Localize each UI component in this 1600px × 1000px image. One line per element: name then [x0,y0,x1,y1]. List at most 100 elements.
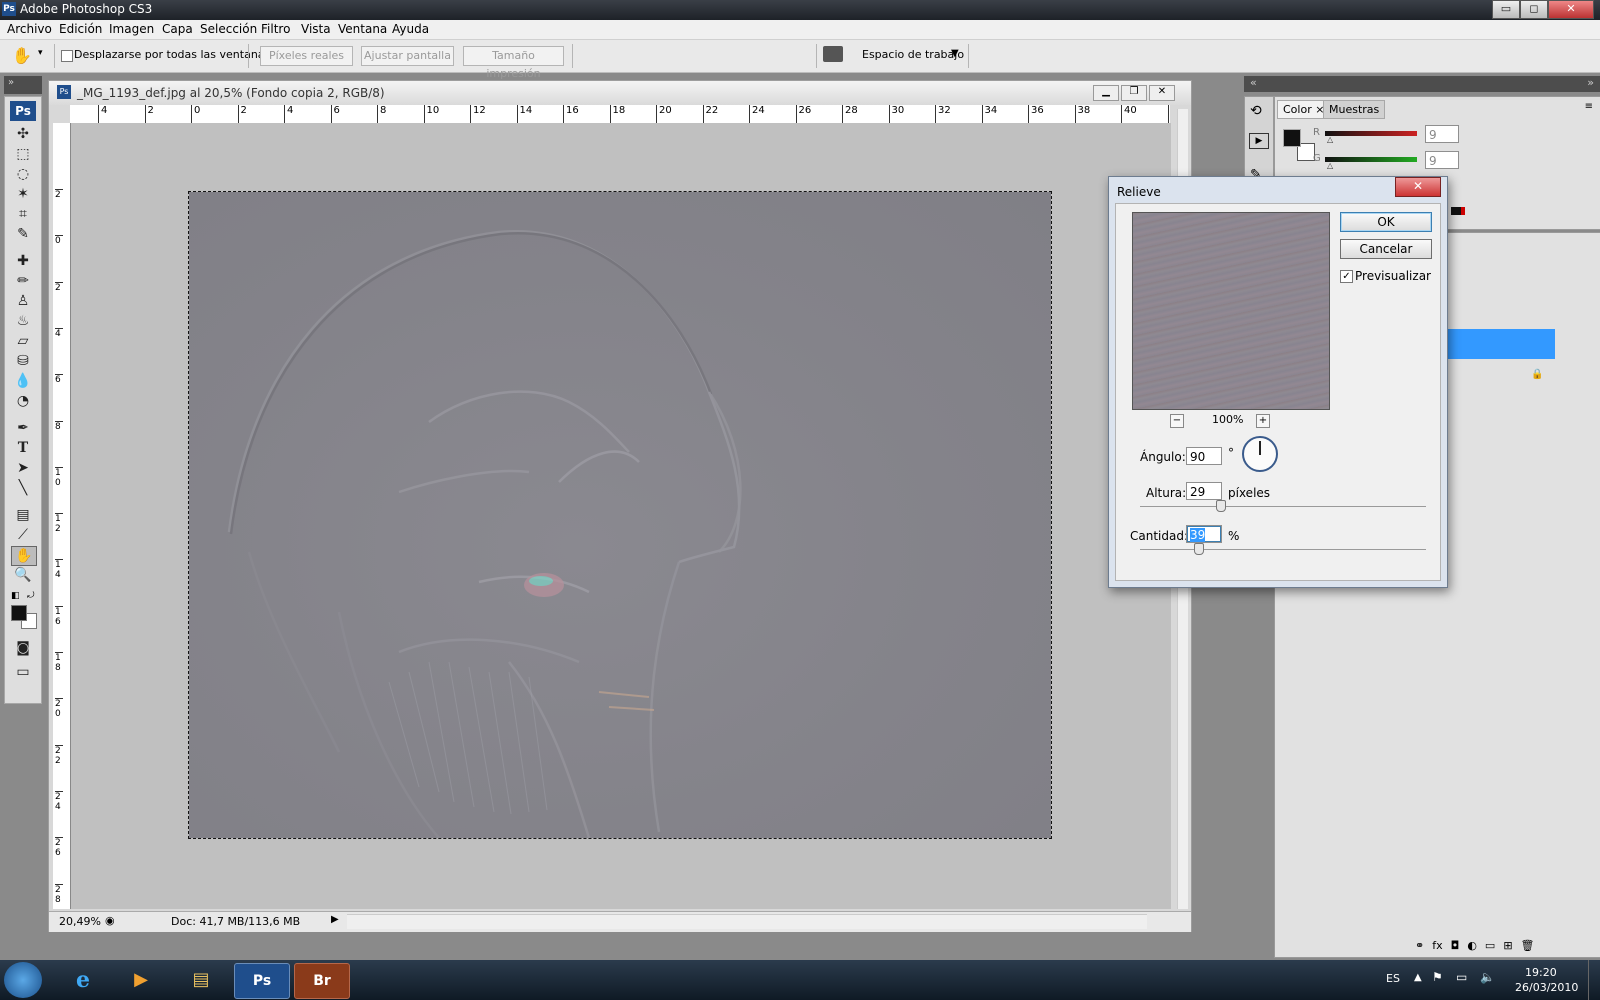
line-tool-icon[interactable]: ╲ [11,479,35,497]
angle-dial[interactable] [1242,436,1278,472]
panel-menu-icon[interactable]: ≡ [1585,101,1593,112]
blur-tool-icon[interactable]: 💧 [11,372,35,390]
show-desktop-button[interactable] [1588,960,1600,1000]
r-slider-track[interactable] [1325,131,1417,136]
eyedropper-tool-icon[interactable]: ⟋ [11,526,35,544]
dodge-tool-icon[interactable]: ◔ [11,392,35,410]
r-slider-thumb-icon[interactable]: △ [1327,135,1333,144]
new-layer-icon[interactable]: ⊞ [1503,939,1512,955]
pen-tool-icon[interactable]: ✒ [11,419,35,437]
foreground-color-swatch[interactable] [11,605,27,621]
photoshop-taskbar-button[interactable]: Ps [234,963,290,999]
close-button[interactable]: ✕ [1548,0,1594,19]
new-group-icon[interactable]: ▭ [1485,939,1495,955]
panel-fg-swatch[interactable] [1283,129,1301,147]
g-slider-thumb-icon[interactable]: △ [1327,161,1333,170]
path-select-icon[interactable]: ➤ [11,459,35,477]
doc-minimize-button[interactable]: ▁ [1093,85,1119,101]
menu-vista[interactable]: Vista [301,22,331,36]
filter-preview[interactable] [1132,212,1330,410]
real-pixels-button[interactable]: Píxeles reales [260,46,353,66]
embossed-photo[interactable] [188,191,1052,839]
language-indicator[interactable]: ES [1386,972,1400,985]
volume-icon[interactable]: 🔈 [1480,970,1495,984]
dialog-close-button[interactable]: ✕ [1395,177,1441,197]
menu-filtro[interactable]: Filtro [261,22,290,36]
explorer-folder-icon[interactable]: ▤ [174,963,228,997]
g-slider-track[interactable] [1325,157,1417,162]
action-center-flag-icon[interactable]: ⚑ [1432,970,1443,984]
swap-colors-icon[interactable]: ⤾ [27,591,35,601]
quick-mask-icon[interactable]: ◙ [11,639,35,657]
healing-brush-icon[interactable]: ✚ [11,252,35,270]
height-input[interactable]: 29 [1186,482,1222,500]
fit-screen-button[interactable]: Ajustar pantalla [361,46,454,66]
maximize-button[interactable]: ◻ [1520,0,1548,19]
height-slider-track[interactable] [1140,506,1426,507]
show-hidden-icons[interactable]: ▲ [1414,972,1422,983]
amount-input[interactable]: 39 [1186,525,1222,543]
hand-tool-active-icon[interactable]: ✋ [11,546,37,566]
clock-time[interactable]: 19:20 [1525,966,1557,979]
actions-panel-icon[interactable]: ▶ [1249,133,1269,149]
eraser-tool-icon[interactable]: ▱ [11,332,35,350]
horizontal-scrollbar[interactable] [347,914,1147,929]
magic-wand-tool-icon[interactable]: ✶ [11,185,35,203]
menu-ventana[interactable]: Ventana [338,22,387,36]
ok-button[interactable]: OK [1340,212,1432,232]
tab-swatches[interactable]: Muestras [1323,100,1386,119]
amount-slider-thumb[interactable] [1194,543,1204,555]
internet-explorer-icon[interactable]: e [56,963,110,997]
zoom-tool-icon[interactable]: 🔍 [11,566,35,584]
paint-bucket-icon[interactable]: ⛁ [11,352,35,370]
history-panel-icon[interactable]: ⟲ [1250,103,1262,119]
color-ramp-preview[interactable] [1451,207,1465,215]
hand-tool-icon[interactable]: ✋ [12,46,32,65]
marquee-tool-icon[interactable]: ⬚ [11,145,35,163]
menu-capa[interactable]: Capa [162,22,193,36]
move-tool-icon[interactable]: ✣ [11,125,35,143]
media-player-icon[interactable]: ▶ [114,963,168,997]
brush-tool-icon[interactable]: ✏ [11,272,35,290]
collapse-arrows-icon[interactable]: » [8,77,14,88]
menu-archivo[interactable]: Archivo [7,22,52,36]
status-info-icon[interactable]: ◉ [105,914,115,927]
angle-input[interactable]: 90 [1186,447,1222,465]
delete-layer-icon[interactable]: 🗑 [1521,939,1535,955]
clock-date[interactable]: 26/03/2010 [1515,981,1578,994]
history-brush-icon[interactable]: ♨ [11,312,35,330]
amount-slider-track[interactable] [1140,549,1426,550]
bridge-taskbar-button[interactable]: Br [294,963,350,999]
document-title-bar[interactable]: Ps _MG_1193_def.jpg al 20,5% (Fondo copi… [49,81,1191,105]
g-value-field[interactable]: 9 [1425,151,1459,169]
status-menu-arrow-icon[interactable]: ▶ [331,914,339,925]
r-value-field[interactable]: 9 [1425,125,1459,143]
adjustment-layer-icon[interactable]: ◐ [1467,939,1477,955]
menu-seleccion[interactable]: Selección [200,22,257,36]
bridge-camera-icon[interactable] [823,46,843,62]
layer-style-icon[interactable]: fx [1432,939,1442,955]
lasso-tool-icon[interactable]: ◌ [11,165,35,183]
menu-ayuda[interactable]: Ayuda [392,22,429,36]
chevron-down-icon[interactable]: ▾ [38,48,43,58]
cancel-button[interactable]: Cancelar [1340,239,1432,259]
scroll-all-checkbox[interactable] [61,50,73,62]
dock-header[interactable]: « » [1244,76,1600,92]
zoom-out-button[interactable]: − [1170,414,1184,428]
notes-tool-icon[interactable]: ▤ [11,506,35,524]
stamp-tool-icon[interactable]: ♙ [11,292,35,310]
slice-tool-icon[interactable]: ✎ [11,225,35,243]
minimize-button[interactable]: ▭ [1492,0,1520,19]
dock-collapse-icon[interactable]: « [1250,76,1257,89]
preview-checkbox[interactable]: ✓ [1340,270,1353,283]
workspace-label[interactable]: Espacio de trabajo [862,48,964,61]
workspace-chevron-icon[interactable]: ▼ [951,48,959,59]
zoom-in-button[interactable]: + [1256,414,1270,428]
layer-mask-icon[interactable]: ◘ [1451,939,1460,955]
height-slider-thumb[interactable] [1216,500,1226,512]
crop-tool-icon[interactable]: ⌗ [11,205,35,223]
power-icon[interactable]: ▭ [1456,970,1467,984]
doc-close-button[interactable]: ✕ [1149,85,1175,101]
menu-edicion[interactable]: Edición [59,22,102,36]
screen-mode-icon[interactable]: ▭ [11,663,35,681]
